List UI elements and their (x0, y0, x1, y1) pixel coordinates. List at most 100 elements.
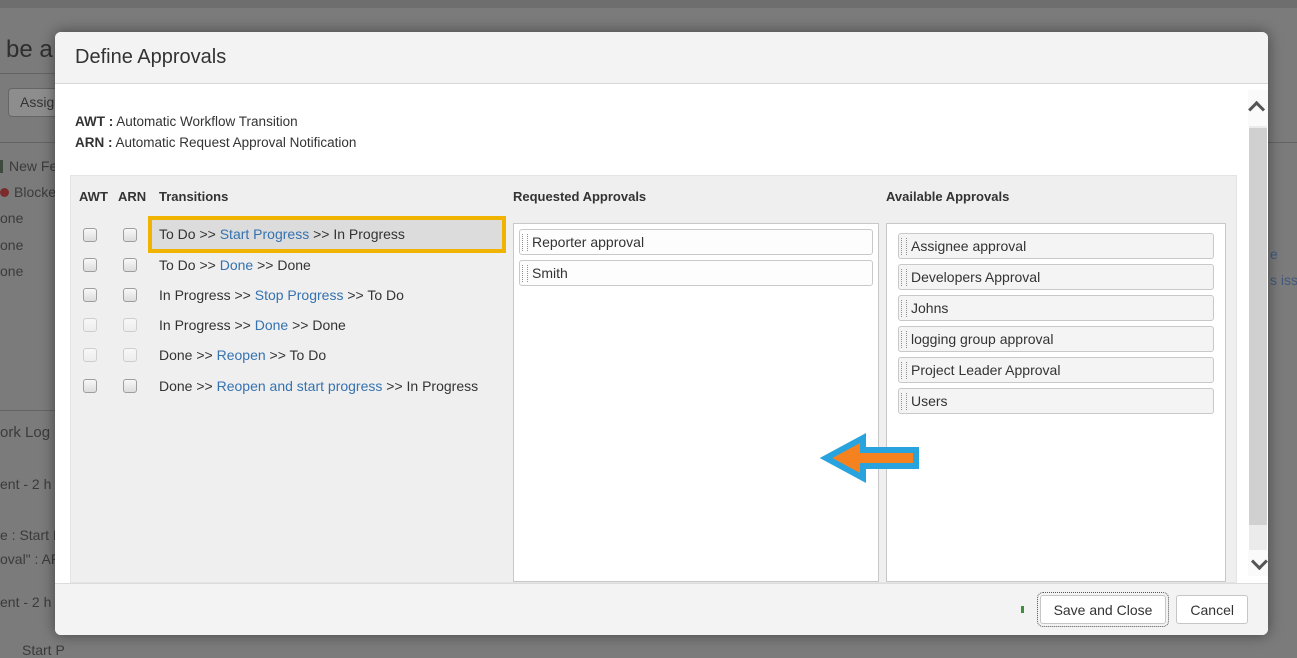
requested-approval-item[interactable]: Smith (519, 260, 873, 286)
drag-handle-icon[interactable] (901, 269, 907, 286)
background-divider (0, 410, 55, 411)
legend-arn-abbr: ARN : (75, 135, 113, 150)
scroll-up-button[interactable] (1248, 90, 1268, 126)
column-header-requested-approvals: Requested Approvals (513, 189, 646, 204)
dialog-scrollbar[interactable] (1248, 90, 1268, 576)
transition-separator: >> (234, 317, 250, 333)
available-approval-item[interactable]: Assignee approval (898, 233, 1214, 259)
transition-from: In Progress (159, 317, 231, 333)
dialog-body: AWT : Automatic Workflow Transition ARN … (55, 85, 1268, 583)
available-approval-item[interactable]: Project Leader Approval (898, 357, 1214, 383)
awt-checkbox-row-2[interactable] (83, 258, 97, 272)
approvals-panel: AWT ARN Transitions Requested Approvals … (70, 175, 1237, 583)
legend-arn-text: Automatic Request Approval Notification (116, 135, 357, 150)
requested-approval-item[interactable]: Reporter approval (519, 229, 873, 255)
drag-handle-icon[interactable] (522, 265, 528, 282)
issue-type-label: New Fe (9, 158, 57, 174)
transition-to: Done (277, 257, 310, 273)
transition-row: To Do >> Done >> Done (71, 250, 511, 280)
priority-blocker-icon (0, 188, 9, 197)
chevron-up-icon (1248, 101, 1265, 118)
arn-checkbox-row-6[interactable] (123, 379, 137, 393)
background-divider (0, 73, 55, 74)
drag-handle-icon[interactable] (901, 238, 907, 255)
legend: AWT : Automatic Workflow Transition ARN … (75, 111, 356, 153)
transition-separator: >> (313, 226, 329, 242)
legend-awt: AWT : Automatic Workflow Transition (75, 111, 356, 132)
arn-checkbox-row-5 (123, 348, 137, 362)
available-approval-item[interactable]: Developers Approval (898, 264, 1214, 290)
drag-handle-icon[interactable] (901, 300, 907, 317)
column-header-transitions: Transitions (159, 189, 228, 204)
background-comment-row: ent - 2 h (0, 594, 51, 610)
background-divider (0, 142, 55, 143)
transition-action-link[interactable]: Done (220, 257, 253, 273)
background-right-link: s issu (1270, 272, 1297, 288)
column-header-awt: AWT (79, 189, 108, 204)
approval-label: Johns (911, 300, 948, 316)
transition-to: In Progress (407, 378, 479, 394)
background-value-row: one (0, 210, 23, 226)
issue-type-icon (0, 160, 3, 173)
transition-action-link[interactable]: Stop Progress (255, 287, 344, 303)
transition-row: In Progress >> Stop Progress >> To Do (71, 280, 511, 310)
background-priority-row: Blocker (0, 184, 61, 200)
transition-separator: >> (347, 287, 363, 303)
requested-approvals-list[interactable]: Reporter approval Smith (513, 223, 879, 582)
approval-label: Reporter approval (532, 234, 644, 250)
awt-checkbox-row-6[interactable] (83, 379, 97, 393)
cancel-button[interactable]: Cancel (1176, 595, 1248, 624)
approval-label: Developers Approval (911, 269, 1040, 285)
available-approvals-list[interactable]: Assignee approval Developers Approval Jo… (886, 223, 1226, 582)
transition-row: To Do >> Start Progress >> In Progress (71, 220, 511, 250)
transition-label: In Progress >> Done >> Done (159, 310, 346, 340)
column-header-available-approvals: Available Approvals (886, 189, 1009, 204)
selected-transition-highlight[interactable]: To Do >> Start Progress >> In Progress (148, 216, 506, 253)
scroll-down-button[interactable] (1248, 550, 1268, 576)
transition-action-link[interactable]: Start Progress (220, 226, 309, 242)
available-approval-item[interactable]: Users (898, 388, 1214, 414)
transition-from: To Do (159, 226, 196, 242)
transition-separator: >> (292, 317, 308, 333)
transition-separator: >> (234, 287, 250, 303)
scrollbar-thumb[interactable] (1249, 128, 1267, 525)
transition-separator: >> (196, 378, 212, 394)
transition-row: In Progress >> Done >> Done (71, 310, 511, 340)
drag-handle-icon[interactable] (901, 362, 907, 379)
awt-checkbox-row-3[interactable] (83, 288, 97, 302)
background-value-row: one (0, 263, 23, 279)
legend-arn: ARN : Automatic Request Approval Notific… (75, 132, 356, 153)
transition-from: In Progress (159, 287, 231, 303)
transition-action-link[interactable]: Reopen (217, 347, 266, 363)
transition-separator: >> (196, 347, 212, 363)
drag-handle-icon[interactable] (901, 393, 907, 410)
transition-label: To Do >> Done >> Done (159, 250, 311, 280)
save-and-close-button[interactable]: Save and Close (1040, 595, 1167, 624)
arn-checkbox-row-2[interactable] (123, 258, 137, 272)
arrow-shape (826, 438, 916, 478)
background-issue-type-row: New Fe (0, 158, 57, 174)
transition-action-link[interactable]: Reopen and start progress (217, 378, 383, 394)
transition-action-link[interactable]: Done (255, 317, 288, 333)
page-root: { "background_page": { "heading_fragment… (0, 0, 1297, 651)
chevron-down-icon (1251, 553, 1268, 570)
legend-awt-abbr: AWT : (75, 114, 113, 129)
priority-label: Blocker (14, 184, 61, 200)
drag-handle-icon[interactable] (901, 331, 907, 348)
drag-handle-icon[interactable] (522, 234, 528, 251)
awt-checkbox-row-1[interactable] (83, 228, 97, 242)
available-approval-item[interactable]: Johns (898, 295, 1214, 321)
background-status-row: oval" : AR (0, 551, 61, 567)
available-approval-item[interactable]: logging group approval (898, 326, 1214, 352)
transition-from: Done (159, 347, 192, 363)
background-top-bar (0, 0, 1297, 8)
dialog-footer: Save and Close Cancel (55, 583, 1268, 635)
transition-label: Done >> Reopen and start progress >> In … (159, 371, 478, 401)
arn-checkbox-row-1[interactable] (123, 228, 137, 242)
arn-checkbox-row-3[interactable] (123, 288, 137, 302)
approval-label: Smith (532, 265, 568, 281)
drag-direction-arrow-icon (821, 431, 921, 485)
transition-to: To Do (290, 347, 327, 363)
background-comment-row: ent - 2 h (0, 476, 51, 492)
approval-label: Assignee approval (911, 238, 1026, 254)
